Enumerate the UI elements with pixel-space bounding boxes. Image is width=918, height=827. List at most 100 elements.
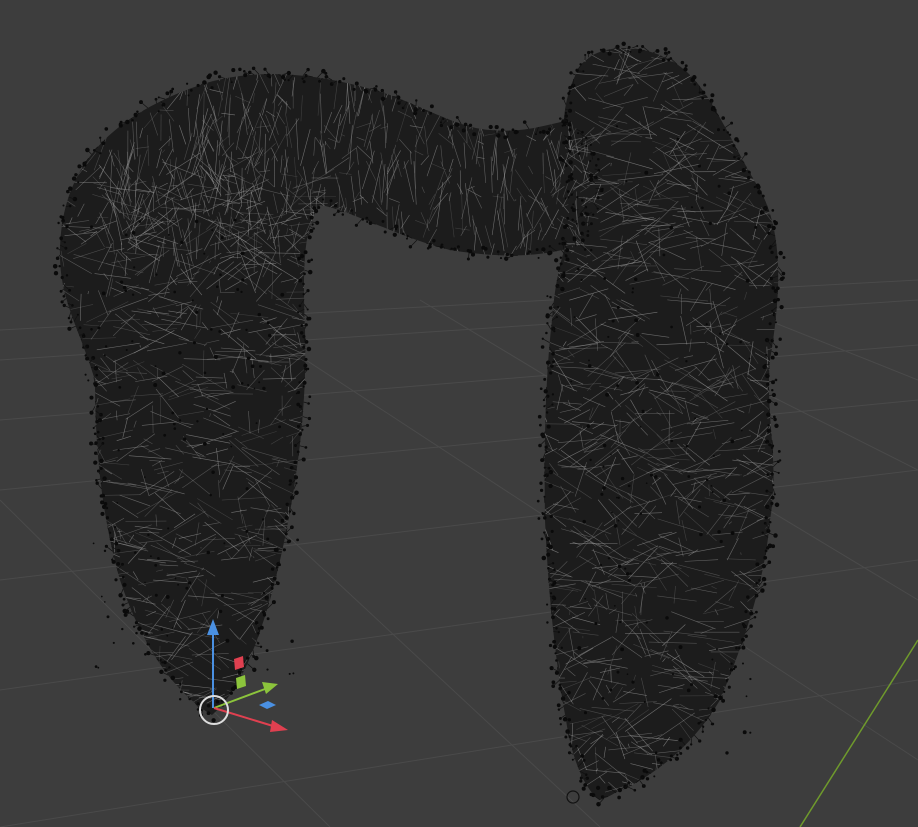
vertex [144, 652, 147, 656]
vertex [599, 563, 603, 567]
vertex [710, 485, 713, 487]
vertex [165, 91, 170, 96]
vertex-edge [96, 482, 102, 490]
strand [775, 748, 779, 783]
vertex [122, 285, 127, 290]
vertex [258, 381, 261, 384]
vertex [625, 572, 630, 576]
strand [564, 48, 582, 67]
vertex [103, 549, 107, 553]
strand [60, 160, 62, 180]
strand [437, 38, 444, 66]
strand [489, 74, 492, 86]
strand [442, 74, 448, 89]
strand [735, 662, 763, 688]
vertex [771, 286, 775, 290]
vertex [602, 486, 606, 490]
strand [785, 496, 821, 503]
vertex [595, 785, 601, 791]
strand [784, 113, 787, 141]
vertex [629, 572, 632, 575]
vertex [178, 698, 182, 701]
strand [63, 499, 89, 514]
vertex [511, 128, 515, 132]
3d-viewport[interactable] [0, 0, 918, 827]
strand [103, 45, 105, 68]
vertex [545, 411, 549, 414]
vertex [570, 206, 574, 210]
strand [489, 74, 498, 90]
strand [287, 605, 309, 632]
strand [78, 601, 123, 613]
vertex [159, 659, 162, 661]
vertex [262, 613, 267, 617]
x-axis-arrow[interactable] [213, 707, 274, 727]
vertex [65, 224, 69, 229]
viewport-canvas[interactable] [0, 0, 918, 827]
vertex [213, 355, 218, 359]
vertex [196, 702, 200, 706]
vertex [643, 700, 646, 703]
vertex [558, 242, 561, 245]
x-axis-arrowhead[interactable] [270, 720, 288, 732]
vertex [225, 638, 230, 643]
vertex-edge [769, 394, 774, 396]
strand [744, 647, 779, 660]
vertex [684, 64, 688, 68]
vertex [711, 658, 714, 661]
strand [303, 479, 323, 494]
hair-mesh[interactable] [23, 6, 827, 809]
strand [544, 770, 576, 785]
strand [319, 339, 359, 345]
strand [564, 24, 600, 45]
vertex [187, 94, 190, 97]
strand [321, 600, 364, 627]
vertex [589, 792, 594, 797]
strand [101, 675, 127, 686]
y-axis-arrowhead[interactable] [262, 682, 278, 694]
vertex [625, 180, 628, 183]
strand [696, 59, 698, 77]
strand [323, 598, 348, 603]
strand [700, 6, 749, 41]
strand [318, 611, 359, 617]
vertex [576, 196, 579, 199]
vertex [118, 386, 122, 389]
strand [752, 123, 762, 158]
vertex [719, 332, 722, 335]
xz-plane-handle[interactable] [259, 701, 276, 709]
strand [785, 232, 791, 249]
strand [688, 26, 735, 41]
vertex [296, 538, 299, 542]
strand [768, 101, 779, 105]
strand [109, 682, 137, 693]
vertex [745, 278, 750, 283]
vertex [185, 82, 189, 85]
vertex [240, 381, 244, 385]
strand [273, 596, 313, 600]
vertex [685, 746, 690, 750]
strand [60, 657, 72, 688]
strand [705, 774, 754, 799]
strand [319, 226, 325, 247]
vertex [90, 225, 93, 229]
vertex [656, 374, 659, 377]
strand [770, 740, 779, 749]
vertex [352, 87, 356, 91]
vertex [303, 363, 308, 368]
vertex [620, 647, 625, 652]
vertex [209, 493, 212, 497]
strand [285, 592, 317, 606]
vertex [565, 180, 569, 184]
vertex [749, 677, 752, 681]
vertex [278, 425, 282, 429]
strand [750, 152, 779, 165]
strand [62, 377, 72, 405]
strand [744, 20, 748, 46]
vertex [185, 586, 189, 590]
vertex [561, 96, 565, 100]
strand [70, 675, 72, 692]
vertex [432, 238, 436, 243]
vertex [145, 632, 149, 636]
vertex [172, 627, 174, 629]
